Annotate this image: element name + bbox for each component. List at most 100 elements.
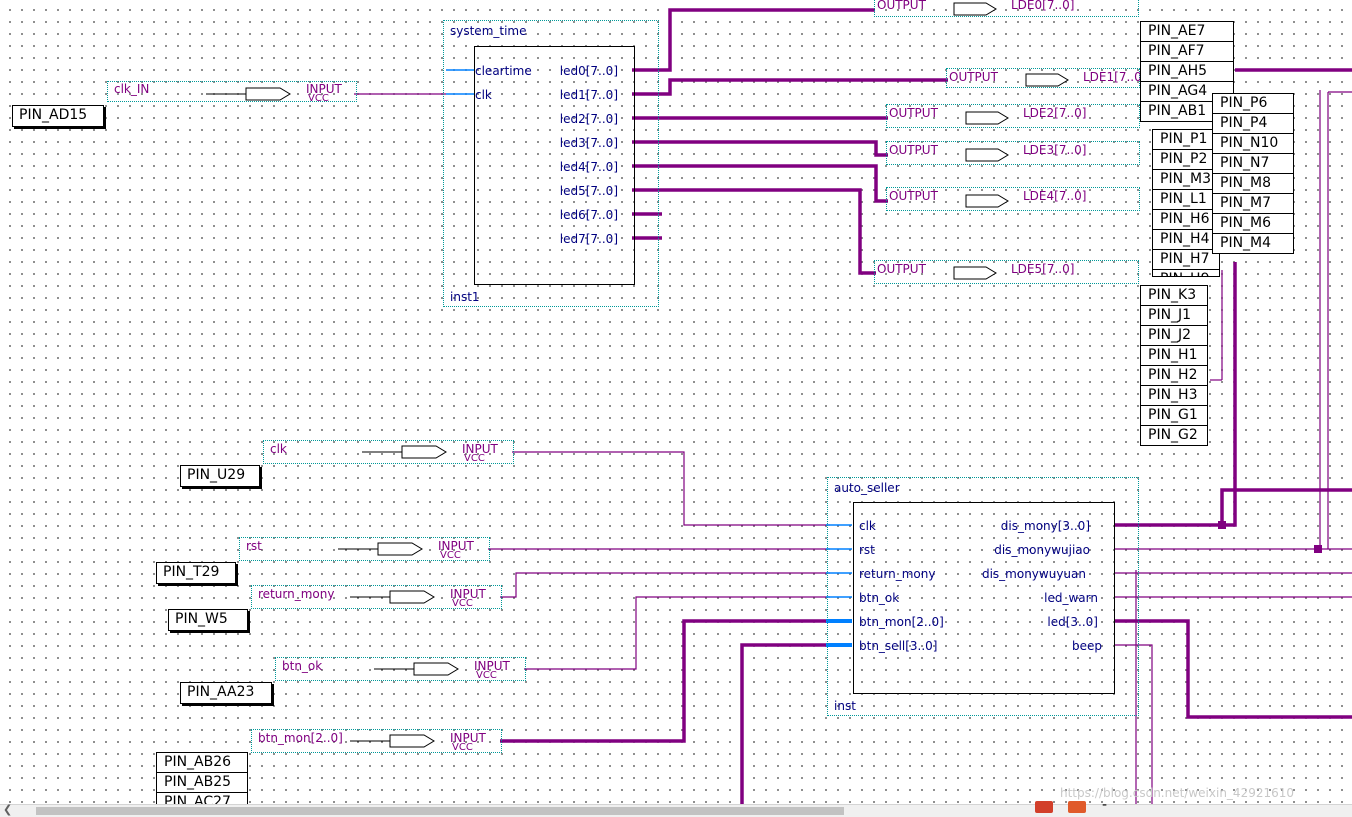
port-led-warn: led_warn [1044, 591, 1098, 605]
input-name: btn_mon[2..0] [258, 731, 343, 745]
horizontal-scrollbar[interactable]: ❮ [0, 803, 1352, 817]
system-time-instance[interactable]: system_time cleartime clk led0[7..0] led… [443, 20, 659, 307]
port-btn-ok: btn_ok [859, 591, 900, 605]
output-pin-lde3[interactable]: OUTPUT LDE3[7..0] [886, 141, 1140, 165]
output-type: OUTPUT [877, 262, 926, 276]
pin-cell: PIN_AB25 [156, 772, 248, 793]
bus-led1 [632, 78, 948, 96]
scroll-left-icon[interactable]: ❮ [3, 803, 12, 816]
bus-led4 [632, 164, 888, 203]
pin-cell: PIN_AC27 [156, 792, 248, 804]
output-name: LDE3[7..0] [1023, 143, 1087, 157]
pin-cell: PIN_H6 [1152, 209, 1220, 230]
input-pin-btn-ok[interactable]: btn_ok INPUT VCC [275, 657, 526, 681]
pin-cell: PIN_H7 [1152, 249, 1220, 270]
output-pin-lde0[interactable]: OUTPUT LDE0[7..0] [874, 0, 1139, 17]
output-name: LDE2[7..0] [1023, 106, 1087, 120]
output-type: OUTPUT [889, 143, 938, 157]
port-led2: led2[7..0] [559, 112, 618, 126]
port-led0: led0[7..0] [559, 64, 618, 78]
vcc-label: VCC [464, 453, 485, 464]
output-pin-lde5[interactable]: OUTPUT LDE5[7..0] [874, 260, 1139, 284]
pin-cell: PIN_G2 [1140, 425, 1208, 446]
pin-label-u29[interactable]: PIN_U29 [180, 465, 260, 487]
port-dis-monywuyuan: dis_monywuyuan [981, 567, 1086, 581]
output-pin-lde2[interactable]: OUTPUT LDE2[7..0] [886, 104, 1140, 128]
pin-stack-c[interactable]: PIN_P1 PIN_P2 PIN_M3 PIN_L1 PIN_H6 PIN_H… [1152, 129, 1220, 277]
app-icon [1035, 801, 1053, 813]
auto-seller-title: auto_seller [834, 481, 900, 495]
bus-dismony-branch [1220, 488, 1352, 525]
pin-cell: PIN_M3 [1152, 169, 1220, 190]
output-pin-lde1[interactable]: OUTPUT LDE1[7..0] [946, 68, 1146, 88]
schematic-canvas[interactable]: system_time cleartime clk led0[7..0] led… [0, 0, 1352, 804]
wire-btnok [524, 596, 830, 670]
pin-label-t29[interactable]: PIN_T29 [156, 562, 236, 584]
port-beep: beep [1072, 639, 1102, 653]
pin-cell: PIN_P1 [1152, 129, 1220, 150]
pin-cell: PIN_P2 [1152, 149, 1220, 170]
pin-label-aa23[interactable]: PIN_AA23 [180, 682, 272, 704]
vcc-label: VCC [440, 550, 461, 561]
port-cleartime: cleartime [475, 64, 532, 78]
pin-cell: PIN_M7 [1212, 193, 1294, 214]
pin-cell: PIN_N7 [1212, 153, 1294, 174]
watermark: https://blog.csdn.net/weixin_42921610 [1060, 786, 1295, 800]
pin-cell: PIN_H3 [1140, 385, 1208, 406]
pin-label-ad15[interactable]: PIN_AD15 [12, 105, 104, 127]
bus-led [1115, 619, 1352, 719]
pin-cell: PIN_N10 [1212, 133, 1294, 154]
pin-stack-e[interactable]: PIN_AB26 PIN_AB25 PIN_AC27 [156, 752, 248, 804]
pin-cell: PIN_J1 [1140, 305, 1208, 326]
auto-seller-inst-name: inst [834, 699, 856, 713]
pin-cell: PIN_M8 [1212, 173, 1294, 194]
output-type: OUTPUT [949, 70, 998, 84]
output-name: LDE5[7..0] [1011, 262, 1075, 276]
output-type: OUTPUT [889, 106, 938, 120]
port-led1: led1[7..0] [559, 88, 618, 102]
pin-cell: PIN_H9 [1152, 269, 1220, 277]
vcc-label: VCC [452, 598, 473, 609]
port-clk: clk [475, 88, 492, 102]
pin-cell: PIN_H2 [1140, 365, 1208, 386]
output-type: OUTPUT [877, 0, 926, 12]
pin-stack-b[interactable]: PIN_P6 PIN_P4 PIN_N10 PIN_N7 PIN_M8 PIN_… [1212, 93, 1294, 254]
port-led6: led6[7..0] [559, 208, 618, 222]
port-return-mony: return_mony [859, 567, 936, 581]
port-btn-mon: btn_mon[2..0] [859, 615, 944, 629]
input-name: clk [270, 442, 287, 456]
pin-cell: PIN_G1 [1140, 405, 1208, 426]
vcc-label: VCC [308, 93, 329, 104]
input-pin-clk[interactable]: clk INPUT VCC [263, 440, 514, 464]
input-name: rst [246, 539, 262, 553]
system-time-title: system_time [450, 24, 527, 38]
pin-cell: PIN_P4 [1212, 113, 1294, 134]
auto-seller-instance[interactable]: auto_seller clk rst return_mony btn_ok b… [827, 477, 1139, 716]
pin-label-w5[interactable]: PIN_W5 [168, 609, 248, 631]
pin-cell: PIN_M6 [1212, 213, 1294, 234]
input-name: return_mony [258, 587, 335, 601]
scrollbar-thumb[interactable] [36, 807, 844, 815]
input-pin-btn-mon[interactable]: btn_mon[2..0] INPUT VCC [251, 729, 502, 753]
output-pin-lde4[interactable]: OUTPUT LDE4[7..0] [886, 187, 1140, 211]
port-dis-monywujiao: dis_monywujiao [994, 543, 1090, 557]
system-time-inst-name: inst1 [450, 290, 480, 304]
input-pin-clk-in[interactable]: clk_IN INPUT VCC [107, 81, 357, 104]
app-icon [1068, 801, 1086, 813]
port-led5: led5[7..0] [559, 184, 618, 198]
port-led: led[3..0] [1047, 615, 1098, 629]
output-name: LDE0[7..0] [1011, 0, 1075, 12]
bus-btnmon [500, 619, 830, 743]
wire-return [500, 572, 830, 598]
port-clk: clk [859, 519, 876, 533]
port-led4: led4[7..0] [559, 160, 618, 174]
input-pin-rst[interactable]: rst INPUT VCC [239, 537, 490, 561]
input-pin-return-mony[interactable]: return_mony INPUT VCC [251, 585, 502, 609]
input-name: clk_IN [114, 82, 150, 96]
output-name: LDE1[7..0] [1083, 70, 1147, 84]
bus-led5 [632, 188, 876, 275]
pin-cell: PIN_AF7 [1140, 41, 1234, 62]
output-name: LDE4[7..0] [1023, 189, 1087, 203]
pin-stack-d[interactable]: PIN_K3 PIN_J1 PIN_J2 PIN_H1 PIN_H2 PIN_H… [1140, 285, 1208, 446]
port-led7: led7[7..0] [559, 232, 618, 246]
